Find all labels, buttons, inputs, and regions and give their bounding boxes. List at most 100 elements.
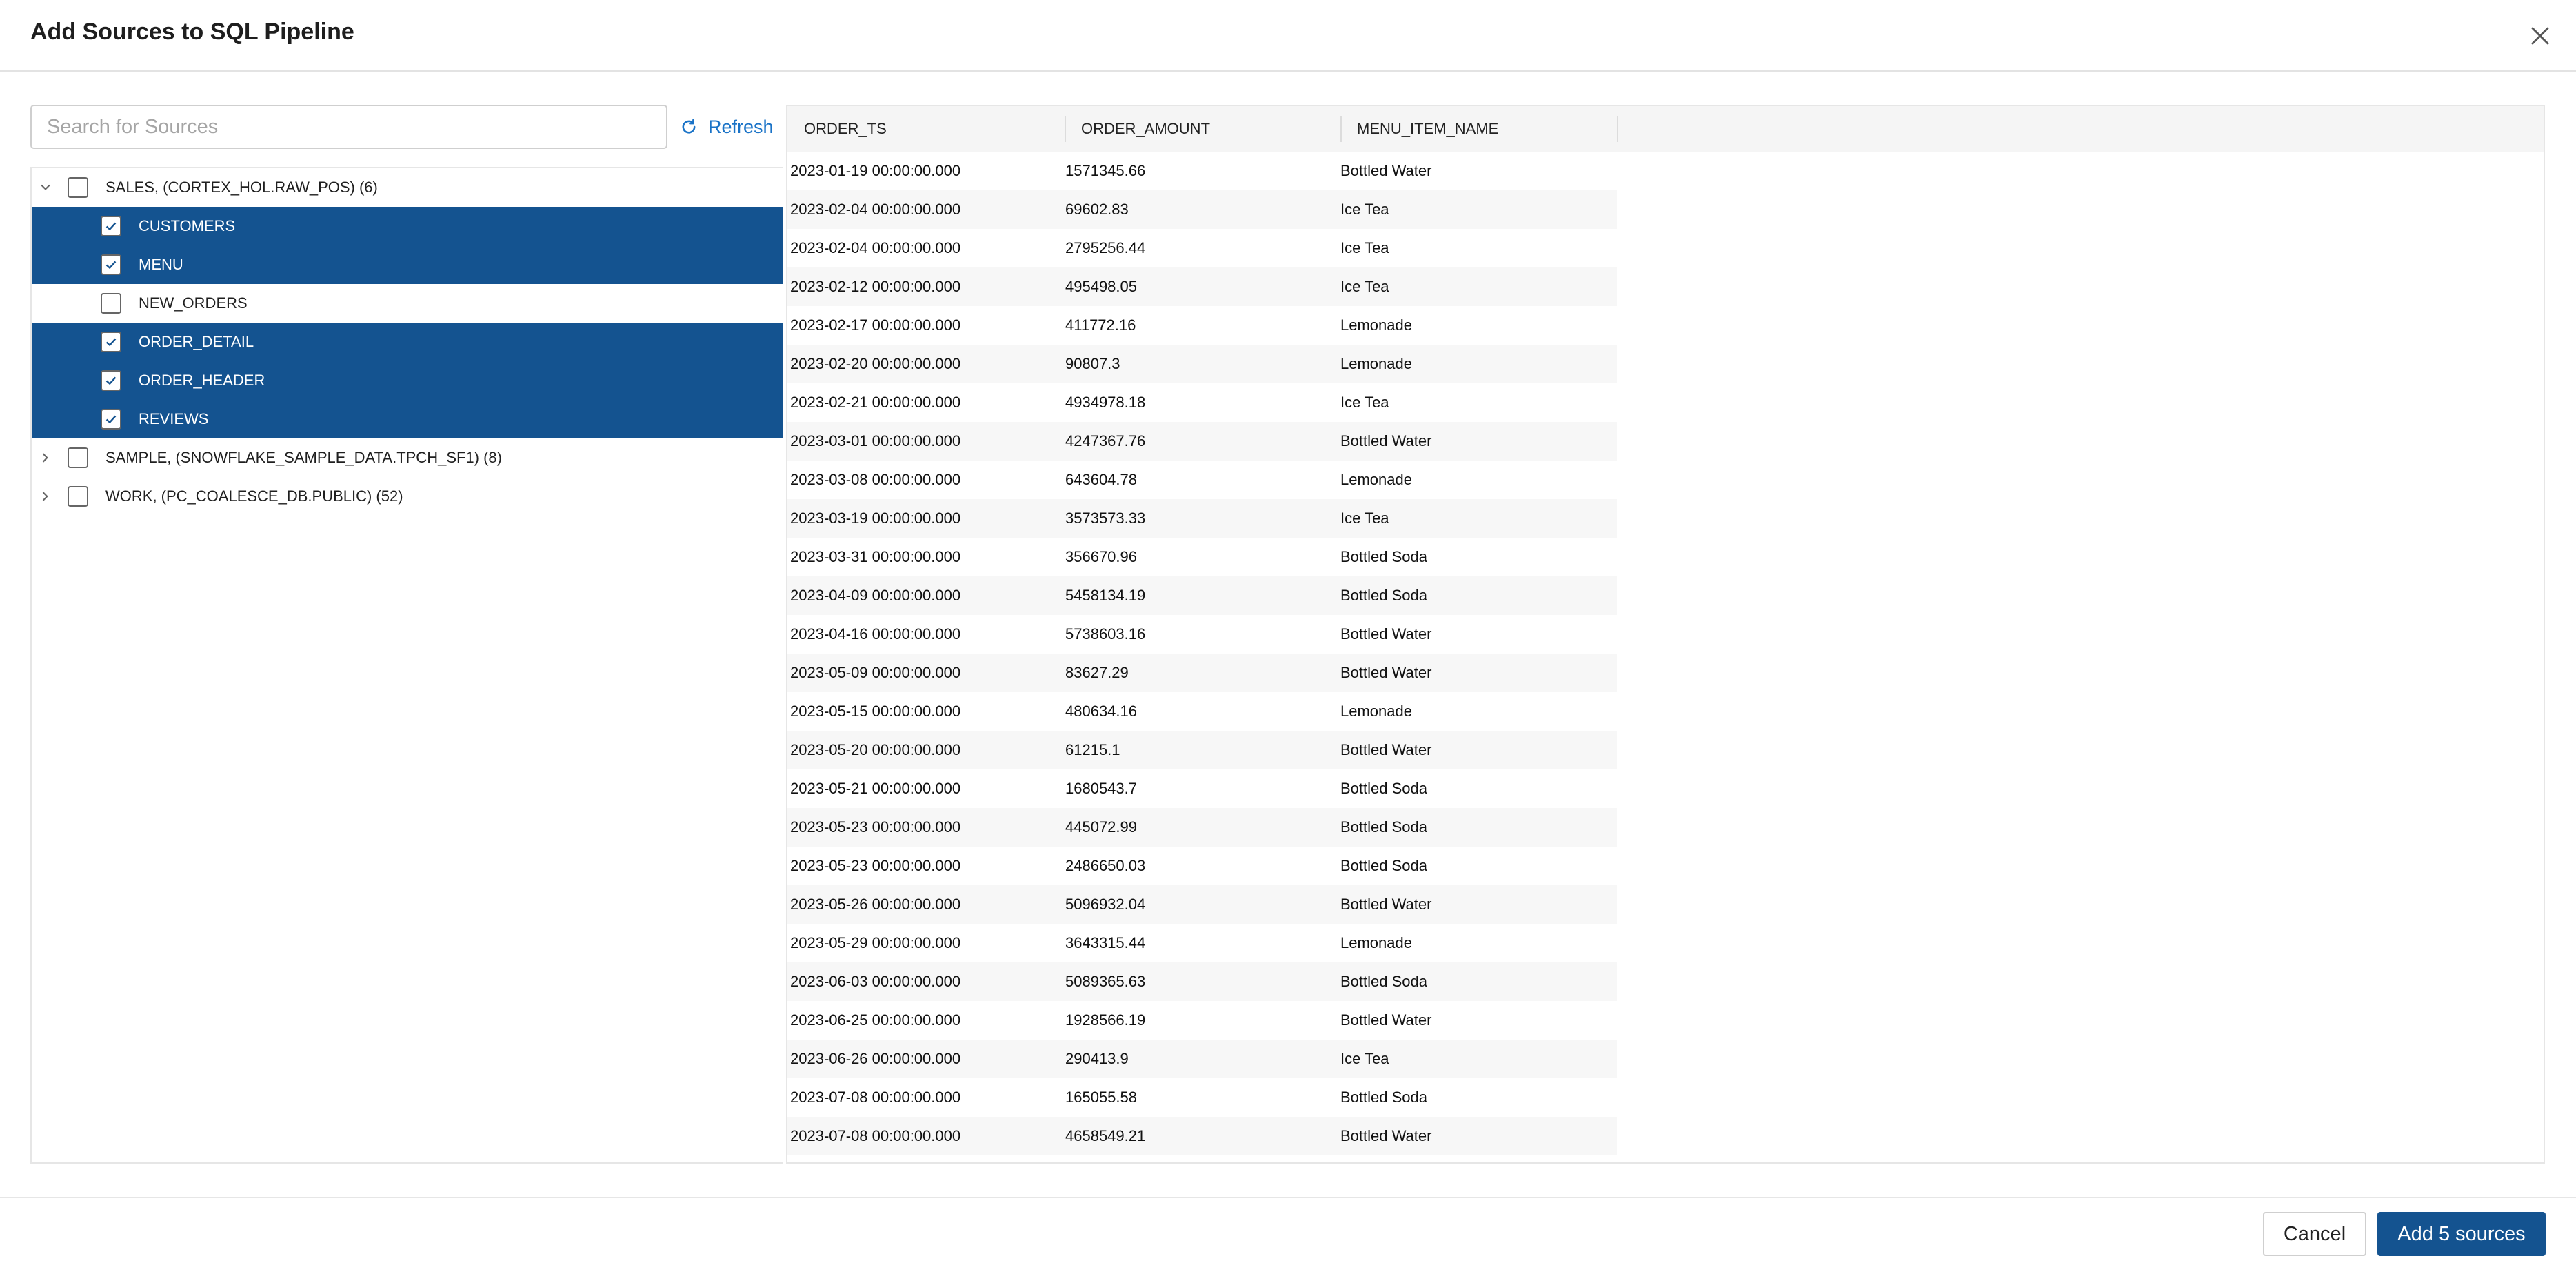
table-cell: Bottled Water [1340, 1011, 1432, 1029]
tree-item-checkbox[interactable] [101, 370, 121, 391]
tree-item-checkbox[interactable] [101, 293, 121, 314]
column-header-menu-item-name[interactable]: MENU_ITEM_NAME [1340, 106, 1616, 152]
tree-group-label: SALES, (CORTEX_HOL.RAW_POS) (6) [105, 179, 378, 196]
column-header-order-amount[interactable]: ORDER_AMOUNT [1065, 106, 1340, 152]
table-row[interactable]: 2023-06-03 00:00:00.000 5089365.63 Bottled… [787, 962, 1617, 1001]
table-row[interactable]: 2023-02-04 00:00:00.000 69602.83 Ice Tea [787, 190, 1617, 229]
table-cell: 69602.83 [1065, 201, 1129, 218]
dialog-footer: Cancel Add 5 sources [0, 1197, 2576, 1263]
close-icon[interactable] [2525, 21, 2555, 51]
search-input[interactable] [30, 105, 667, 149]
table-row[interactable]: 2023-05-26 00:00:00.000 5096932.04 Bottled… [787, 885, 1617, 924]
tree-group-checkbox[interactable] [68, 447, 88, 468]
table-row[interactable]: 2023-02-04 00:00:00.000 2795256.44 Ice Tea [787, 229, 1617, 267]
table-row[interactable]: 2023-02-21 00:00:00.000 4934978.18 Ice Tea [787, 383, 1617, 422]
tree-group-work[interactable]: WORK, (PC_COALESCE_DB.PUBLIC) (52) [32, 477, 783, 516]
tree-item-reviews[interactable]: REVIEWS [32, 400, 783, 438]
tree-group-sample[interactable]: SAMPLE, (SNOWFLAKE_SAMPLE_DATA.TPCH_SF1)… [32, 438, 783, 477]
tree-group-checkbox[interactable] [68, 486, 88, 507]
table-row[interactable]: 2023-05-21 00:00:00.000 1680543.7 Bottled … [787, 769, 1617, 808]
table-cell: 90807.3 [1065, 355, 1120, 372]
tree-item-new-orders[interactable]: NEW_ORDERS [32, 284, 783, 323]
refresh-icon [682, 119, 696, 134]
table-cell: Lemonade [1340, 471, 1412, 488]
table-row[interactable]: 2023-05-29 00:00:00.000 3643315.44 Lemonad… [787, 924, 1617, 962]
refresh-label: Refresh [708, 116, 774, 137]
table-cell: 2486650.03 [1065, 857, 1146, 874]
table-cell: Bottled Water [1340, 1127, 1432, 1144]
dialog-header: Add Sources to SQL Pipeline [0, 0, 2576, 72]
tree-group-label: WORK, (PC_COALESCE_DB.PUBLIC) (52) [105, 487, 403, 505]
table-cell: 2023-05-29 00:00:00.000 [790, 934, 961, 951]
cancel-button[interactable]: Cancel [2263, 1212, 2366, 1256]
tree-group-sales[interactable]: SALES, (CORTEX_HOL.RAW_POS) (6) [32, 168, 783, 207]
table-row[interactable]: 2023-03-08 00:00:00.000 643604.78 Lemonade [787, 461, 1617, 499]
table-row[interactable]: 2023-04-16 00:00:00.000 5738603.16 Bottled… [787, 615, 1617, 654]
grid-header: ORDER_TS ORDER_AMOUNT MENU_ITEM_NAME [787, 106, 2544, 152]
tree-item-label: ORDER_HEADER [139, 372, 265, 389]
table-row[interactable]: 2023-05-23 00:00:00.000 2486650.03 Bottled… [787, 847, 1617, 885]
table-cell: Lemonade [1340, 934, 1412, 951]
table-cell: 2023-06-26 00:00:00.000 [790, 1050, 961, 1067]
table-row[interactable]: 2023-04-09 00:00:00.000 5458134.19 Bottled… [787, 576, 1617, 615]
table-row[interactable]: 2023-05-20 00:00:00.000 61215.1 Bottled Wa… [787, 731, 1617, 769]
checkmark-icon [105, 261, 117, 270]
table-cell: 2023-05-21 00:00:00.000 [790, 780, 961, 797]
tree-item-label: NEW_ORDERS [139, 294, 248, 312]
table-cell: Lemonade [1340, 355, 1412, 372]
tree-item-label: CUSTOMERS [139, 217, 236, 234]
table-cell: Bottled Soda [1340, 780, 1427, 797]
chevron-right-icon[interactable] [36, 448, 55, 467]
checkmark-icon [105, 376, 117, 385]
table-row[interactable]: 2023-05-15 00:00:00.000 480634.16 Lemonade [787, 692, 1617, 731]
table-cell: 2023-05-09 00:00:00.000 [790, 664, 961, 681]
tree-item-checkbox[interactable] [101, 254, 121, 275]
tree-item-checkbox[interactable] [101, 332, 121, 352]
table-cell: Ice Tea [1340, 201, 1389, 218]
table-row[interactable]: 2023-07-08 00:00:00.000 165055.58 Bottled … [787, 1078, 1617, 1117]
table-cell: 480634.16 [1065, 703, 1137, 720]
checkmark-icon [105, 415, 117, 424]
checkmark-icon [105, 222, 117, 231]
table-cell: 2023-03-08 00:00:00.000 [790, 471, 961, 488]
column-header-order-ts[interactable]: ORDER_TS [787, 106, 1063, 152]
table-cell: Lemonade [1340, 703, 1412, 720]
table-row[interactable]: 2023-07-08 00:00:00.000 4658549.21 Bottled… [787, 1117, 1617, 1155]
table-cell: 2023-06-03 00:00:00.000 [790, 973, 961, 990]
table-row[interactable]: 2023-02-12 00:00:00.000 495498.05 Ice Tea [787, 267, 1617, 306]
table-cell: 2023-02-04 00:00:00.000 [790, 239, 961, 256]
tree-item-order-header[interactable]: ORDER_HEADER [32, 361, 783, 400]
tree-item-checkbox[interactable] [101, 409, 121, 430]
tree-group-label: SAMPLE, (SNOWFLAKE_SAMPLE_DATA.TPCH_SF1)… [105, 449, 502, 466]
table-row[interactable]: 2023-05-23 00:00:00.000 445072.99 Bottled … [787, 808, 1617, 847]
table-row[interactable]: 2023-06-25 00:00:00.000 1928566.19 Bottled… [787, 1001, 1617, 1040]
table-row[interactable]: 2023-03-31 00:00:00.000 356670.96 Bottled … [787, 538, 1617, 576]
table-row[interactable]: 2023-02-17 00:00:00.000 411772.16 Lemonade [787, 306, 1617, 345]
source-tree: SALES, (CORTEX_HOL.RAW_POS) (6) CUSTOMER… [30, 167, 783, 1164]
chevron-down-icon[interactable] [36, 178, 55, 197]
table-row[interactable]: 2023-02-20 00:00:00.000 90807.3 Lemonade [787, 345, 1617, 383]
tree-item-checkbox[interactable] [101, 216, 121, 236]
table-row[interactable]: 2023-06-26 00:00:00.000 290413.9 Ice Tea [787, 1040, 1617, 1078]
table-cell: 2023-07-08 00:00:00.000 [790, 1089, 961, 1106]
table-cell: Bottled Water [1340, 625, 1432, 643]
table-row[interactable]: 2023-05-09 00:00:00.000 83627.29 Bottled W… [787, 654, 1617, 692]
table-cell: 1680543.7 [1065, 780, 1137, 797]
data-preview-grid: ORDER_TS ORDER_AMOUNT MENU_ITEM_NAME 202… [786, 105, 2545, 1164]
table-cell: 83627.29 [1065, 664, 1129, 681]
tree-group-checkbox[interactable] [68, 177, 88, 198]
refresh-button[interactable]: Refresh [679, 113, 774, 141]
table-cell: Ice Tea [1340, 239, 1389, 256]
tree-item-order-detail[interactable]: ORDER_DETAIL [32, 323, 783, 361]
column-resize-handle[interactable] [1617, 116, 1618, 142]
table-cell: Ice Tea [1340, 509, 1389, 527]
table-row[interactable]: 2023-03-19 00:00:00.000 3573573.33 Ice Tea [787, 499, 1617, 538]
add-sources-button[interactable]: Add 5 sources [2377, 1212, 2546, 1256]
table-cell: Ice Tea [1340, 278, 1389, 295]
table-row[interactable]: 2023-03-01 00:00:00.000 4247367.76 Bottled… [787, 422, 1617, 461]
table-row[interactable]: 2023-01-19 00:00:00.000 1571345.66 Bottled… [787, 152, 1617, 190]
tree-item-customers[interactable]: CUSTOMERS [32, 207, 783, 245]
chevron-right-icon[interactable] [36, 487, 55, 506]
table-cell: 2023-03-19 00:00:00.000 [790, 509, 961, 527]
tree-item-menu[interactable]: MENU [32, 245, 783, 284]
